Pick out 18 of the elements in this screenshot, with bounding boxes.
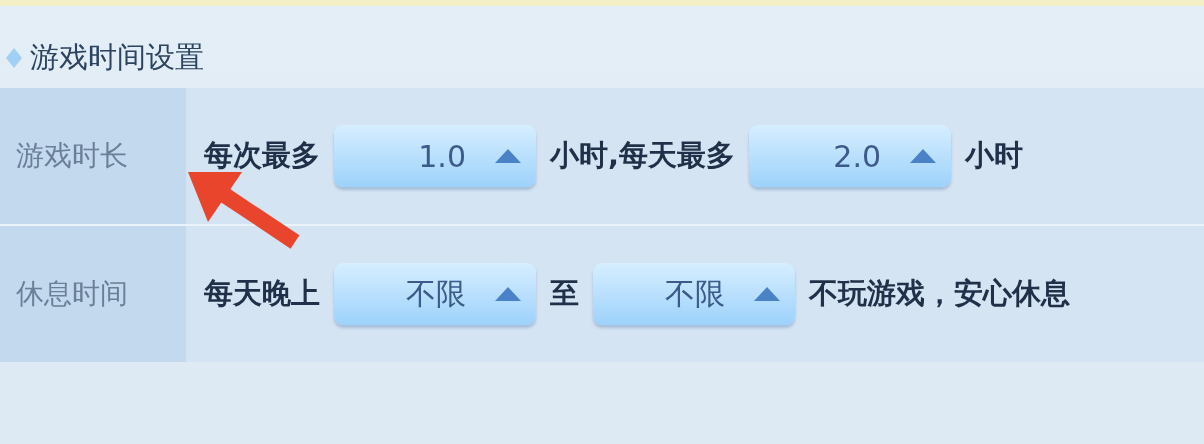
row-label: 游戏时长 [16,138,128,174]
caret-up-icon [494,286,522,302]
setting-text: 至 [550,275,579,312]
setting-text: 小时,每天最多 [550,137,736,174]
dropdown[interactable]: 1.0 [334,125,536,187]
row-label: 休息时间 [16,276,128,312]
caret-up-icon [753,286,781,302]
dropdown[interactable]: 不限 [334,263,536,325]
dropdown[interactable]: 2.0 [749,125,952,187]
caret-up-icon [909,148,938,164]
diamond-icon [4,46,24,70]
setting-text: 每次最多 [204,137,320,174]
caret-up-icon [494,148,522,164]
setting-text: 不玩游戏，安心休息 [809,275,1070,312]
dropdown[interactable]: 不限 [593,263,795,325]
setting-text: 每天晚上 [204,275,320,312]
setting-text: 小时 [965,137,1024,174]
section-title: 游戏时间设置 [30,39,204,76]
